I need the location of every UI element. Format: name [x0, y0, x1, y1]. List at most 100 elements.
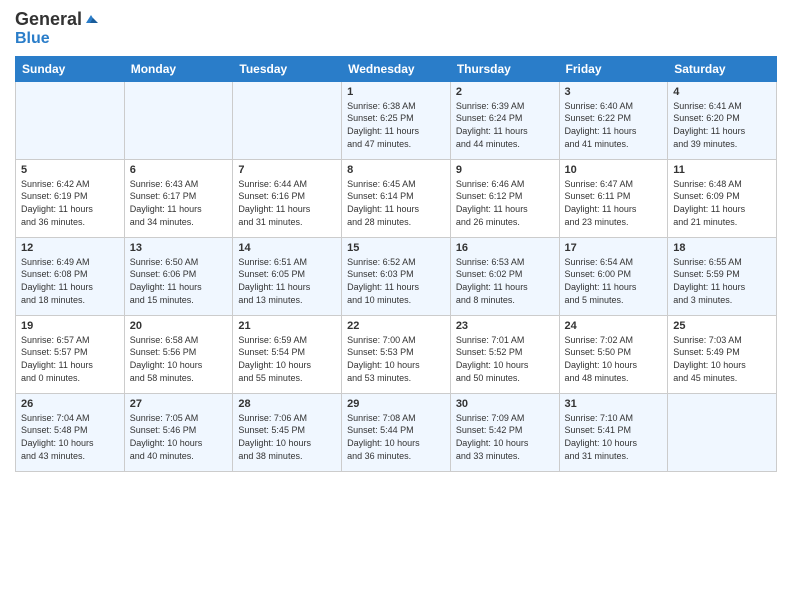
day-number: 4	[673, 86, 771, 98]
day-info: Sunrise: 6:57 AMSunset: 5:57 PMDaylight:…	[21, 334, 119, 384]
day-info: Sunrise: 6:42 AMSunset: 6:19 PMDaylight:…	[21, 178, 119, 228]
day-number: 25	[673, 320, 771, 332]
day-info: Sunrise: 6:59 AMSunset: 5:54 PMDaylight:…	[238, 334, 336, 384]
day-info: Sunrise: 6:43 AMSunset: 6:17 PMDaylight:…	[130, 178, 228, 228]
day-info: Sunrise: 7:02 AMSunset: 5:50 PMDaylight:…	[565, 334, 663, 384]
calendar-cell	[668, 393, 777, 471]
day-number: 17	[565, 242, 663, 254]
day-number: 11	[673, 164, 771, 176]
calendar-cell: 27 Sunrise: 7:05 AMSunset: 5:46 PMDayligh…	[124, 393, 233, 471]
calendar-cell: 24 Sunrise: 7:02 AMSunset: 5:50 PMDayligh…	[559, 315, 668, 393]
day-info: Sunrise: 7:01 AMSunset: 5:52 PMDaylight:…	[456, 334, 554, 384]
calendar-body: 1Sunrise: 6:38 AMSunset: 6:25 PMDaylight…	[16, 81, 777, 471]
day-number: 21	[238, 320, 336, 332]
calendar-cell: 17 Sunrise: 6:54 AMSunset: 6:00 PMDayligh…	[559, 237, 668, 315]
day-number: 15	[347, 242, 445, 254]
logo-text-blue: Blue	[15, 30, 50, 47]
weekday-header-sunday: Sunday	[16, 56, 125, 81]
day-number: 24	[565, 320, 663, 332]
calendar-cell: 22Sunrise: 7:00 AMSunset: 5:53 PMDayligh…	[342, 315, 451, 393]
day-info: Sunrise: 7:05 AMSunset: 5:46 PMDaylight:…	[130, 412, 228, 462]
calendar-cell: 9Sunrise: 6:46 AMSunset: 6:12 PMDaylight…	[450, 159, 559, 237]
calendar-cell: 13Sunrise: 6:50 AMSunset: 6:06 PMDayligh…	[124, 237, 233, 315]
day-number: 14	[238, 242, 336, 254]
calendar-week-4: 19 Sunrise: 6:57 AMSunset: 5:57 PMDayligh…	[16, 315, 777, 393]
calendar-week-3: 12 Sunrise: 6:49 AMSunset: 6:08 PMDayligh…	[16, 237, 777, 315]
day-number: 30	[456, 398, 554, 410]
day-info: Sunrise: 6:55 AMSunset: 5:59 PMDaylight:…	[673, 256, 771, 306]
calendar-cell: 8Sunrise: 6:45 AMSunset: 6:14 PMDaylight…	[342, 159, 451, 237]
day-number: 10	[565, 164, 663, 176]
calendar-cell: 6Sunrise: 6:43 AMSunset: 6:17 PMDaylight…	[124, 159, 233, 237]
day-info: Sunrise: 7:00 AMSunset: 5:53 PMDaylight:…	[347, 334, 445, 384]
day-info: Sunrise: 7:08 AMSunset: 5:44 PMDaylight:…	[347, 412, 445, 462]
weekday-row: SundayMondayTuesdayWednesdayThursdayFrid…	[16, 56, 777, 81]
logo-text-general: General	[15, 10, 82, 30]
day-info: Sunrise: 6:48 AMSunset: 6:09 PMDaylight:…	[673, 178, 771, 228]
day-info: Sunrise: 6:51 AMSunset: 6:05 PMDaylight:…	[238, 256, 336, 306]
day-number: 2	[456, 86, 554, 98]
day-number: 20	[130, 320, 228, 332]
calendar-cell: 30 Sunrise: 7:09 AMSunset: 5:42 PMDayligh…	[450, 393, 559, 471]
weekday-header-friday: Friday	[559, 56, 668, 81]
day-info: Sunrise: 6:47 AMSunset: 6:11 PMDaylight:…	[565, 178, 663, 228]
calendar-cell: 20Sunrise: 6:58 AMSunset: 5:56 PMDayligh…	[124, 315, 233, 393]
day-number: 18	[673, 242, 771, 254]
day-number: 12	[21, 242, 119, 254]
day-info: Sunrise: 6:41 AMSunset: 6:20 PMDaylight:…	[673, 100, 771, 150]
day-number: 31	[565, 398, 663, 410]
day-info: Sunrise: 6:39 AMSunset: 6:24 PMDaylight:…	[456, 100, 554, 150]
header: General Blue	[15, 10, 777, 48]
day-number: 8	[347, 164, 445, 176]
day-info: Sunrise: 6:44 AMSunset: 6:16 PMDaylight:…	[238, 178, 336, 228]
calendar-cell: 18 Sunrise: 6:55 AMSunset: 5:59 PMDayligh…	[668, 237, 777, 315]
day-info: Sunrise: 7:06 AMSunset: 5:45 PMDaylight:…	[238, 412, 336, 462]
day-number: 23	[456, 320, 554, 332]
day-info: Sunrise: 7:04 AMSunset: 5:48 PMDaylight:…	[21, 412, 119, 462]
weekday-header-saturday: Saturday	[668, 56, 777, 81]
calendar-cell: 31Sunrise: 7:10 AMSunset: 5:41 PMDayligh…	[559, 393, 668, 471]
calendar-week-1: 1Sunrise: 6:38 AMSunset: 6:25 PMDaylight…	[16, 81, 777, 159]
day-info: Sunrise: 6:38 AMSunset: 6:25 PMDaylight:…	[347, 100, 445, 150]
calendar-cell: 2 Sunrise: 6:39 AMSunset: 6:24 PMDaylight…	[450, 81, 559, 159]
calendar-cell: 12 Sunrise: 6:49 AMSunset: 6:08 PMDayligh…	[16, 237, 125, 315]
calendar-cell: 7 Sunrise: 6:44 AMSunset: 6:16 PMDaylight…	[233, 159, 342, 237]
day-info: Sunrise: 6:53 AMSunset: 6:02 PMDaylight:…	[456, 256, 554, 306]
weekday-header-tuesday: Tuesday	[233, 56, 342, 81]
calendar-cell: 10 Sunrise: 6:47 AMSunset: 6:11 PMDayligh…	[559, 159, 668, 237]
calendar-cell: 19 Sunrise: 6:57 AMSunset: 5:57 PMDayligh…	[16, 315, 125, 393]
day-number: 9	[456, 164, 554, 176]
day-number: 28	[238, 398, 336, 410]
calendar-cell: 5Sunrise: 6:42 AMSunset: 6:19 PMDaylight…	[16, 159, 125, 237]
calendar-cell: 4 Sunrise: 6:41 AMSunset: 6:20 PMDaylight…	[668, 81, 777, 159]
weekday-header-thursday: Thursday	[450, 56, 559, 81]
day-number: 7	[238, 164, 336, 176]
day-info: Sunrise: 6:54 AMSunset: 6:00 PMDaylight:…	[565, 256, 663, 306]
calendar-cell: 16Sunrise: 6:53 AMSunset: 6:02 PMDayligh…	[450, 237, 559, 315]
calendar-cell: 14 Sunrise: 6:51 AMSunset: 6:05 PMDayligh…	[233, 237, 342, 315]
page-container: General Blue SundayMondayTuesdayWednesda…	[0, 0, 792, 612]
day-info: Sunrise: 7:03 AMSunset: 5:49 PMDaylight:…	[673, 334, 771, 384]
day-number: 19	[21, 320, 119, 332]
weekday-header-wednesday: Wednesday	[342, 56, 451, 81]
day-number: 3	[565, 86, 663, 98]
calendar-cell	[124, 81, 233, 159]
day-info: Sunrise: 6:49 AMSunset: 6:08 PMDaylight:…	[21, 256, 119, 306]
calendar-cell: 25 Sunrise: 7:03 AMSunset: 5:49 PMDayligh…	[668, 315, 777, 393]
calendar-cell: 21 Sunrise: 6:59 AMSunset: 5:54 PMDayligh…	[233, 315, 342, 393]
day-info: Sunrise: 7:09 AMSunset: 5:42 PMDaylight:…	[456, 412, 554, 462]
logo-icon	[84, 13, 98, 27]
day-number: 29	[347, 398, 445, 410]
day-number: 13	[130, 242, 228, 254]
calendar-week-2: 5Sunrise: 6:42 AMSunset: 6:19 PMDaylight…	[16, 159, 777, 237]
calendar-cell: 3 Sunrise: 6:40 AMSunset: 6:22 PMDaylight…	[559, 81, 668, 159]
weekday-header-monday: Monday	[124, 56, 233, 81]
calendar-cell: 1Sunrise: 6:38 AMSunset: 6:25 PMDaylight…	[342, 81, 451, 159]
calendar-cell	[233, 81, 342, 159]
calendar-cell: 11 Sunrise: 6:48 AMSunset: 6:09 PMDayligh…	[668, 159, 777, 237]
day-number: 26	[21, 398, 119, 410]
calendar-cell: 29 Sunrise: 7:08 AMSunset: 5:44 PMDayligh…	[342, 393, 451, 471]
calendar-cell: 26 Sunrise: 7:04 AMSunset: 5:48 PMDayligh…	[16, 393, 125, 471]
day-number: 27	[130, 398, 228, 410]
day-info: Sunrise: 6:40 AMSunset: 6:22 PMDaylight:…	[565, 100, 663, 150]
